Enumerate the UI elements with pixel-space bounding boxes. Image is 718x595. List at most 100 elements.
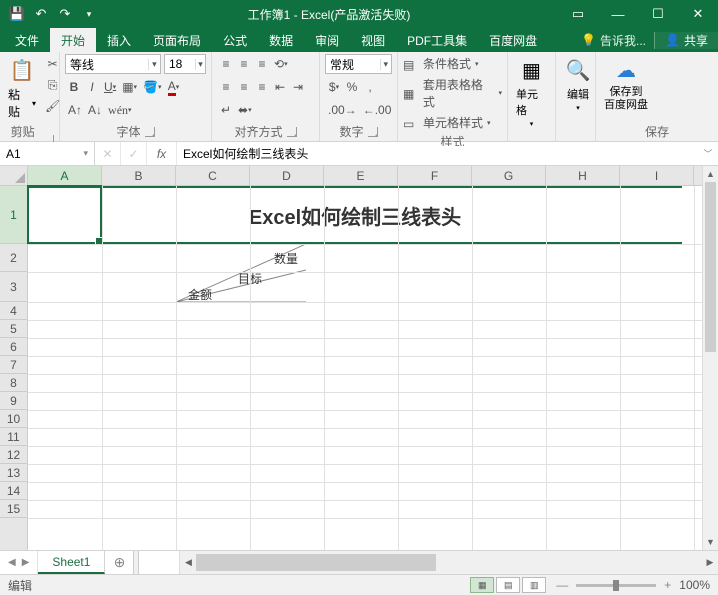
col-header-A[interactable]: A <box>28 166 102 185</box>
align-middle-button[interactable]: ≡ <box>235 54 253 74</box>
row-header-4[interactable]: 4 <box>0 302 27 320</box>
sheet-nav[interactable]: ◀▶ <box>0 551 38 574</box>
tab-home[interactable]: 开始 <box>50 28 96 52</box>
row-header-3[interactable]: 3 <box>0 272 27 302</box>
conditional-format-button[interactable]: ▤条件格式▾ <box>403 54 479 73</box>
row-header-13[interactable]: 13 <box>0 464 27 482</box>
font-size-combo[interactable]: ▾ <box>164 54 206 74</box>
row-header-6[interactable]: 6 <box>0 338 27 356</box>
number-launcher[interactable] <box>368 127 378 137</box>
page-layout-view-button[interactable]: ▤ <box>496 577 520 593</box>
merged-title-cell[interactable]: Excel如何绘制三线表头 <box>28 186 682 244</box>
minimize-button[interactable]: — <box>598 0 638 28</box>
font-name-input[interactable] <box>66 57 148 71</box>
row-header-15[interactable]: 15 <box>0 500 27 518</box>
save-to-baidu-button[interactable]: ☁保存到 百度网盘 <box>601 54 651 114</box>
number-format-combo[interactable]: ▾ <box>325 54 392 74</box>
zoom-slider[interactable] <box>576 584 656 587</box>
bold-button[interactable]: B <box>65 77 83 97</box>
orientation-button[interactable]: ⟲▾ <box>271 54 291 74</box>
formula-input[interactable] <box>183 146 692 160</box>
percent-button[interactable]: % <box>343 77 361 97</box>
row-header-12[interactable]: 12 <box>0 446 27 464</box>
vscroll-thumb[interactable] <box>705 182 716 352</box>
expand-formula-bar[interactable]: ﹀ <box>698 147 718 160</box>
decrease-indent-button[interactable]: ⇤ <box>271 77 289 97</box>
tab-review[interactable]: 审阅 <box>304 28 350 52</box>
zoom-in-button[interactable]: + <box>664 578 671 592</box>
paste-button[interactable]: 📋 粘贴▾ <box>5 54 39 122</box>
col-header-C[interactable]: C <box>176 166 250 185</box>
number-format-input[interactable] <box>326 57 380 71</box>
cells-button[interactable]: ▦单元格▾ <box>513 54 550 130</box>
comma-button[interactable]: , <box>361 77 379 97</box>
row-header-2[interactable]: 2 <box>0 244 27 272</box>
cancel-formula-button[interactable]: ✕ <box>95 142 121 165</box>
worksheet-grid[interactable]: ABCDEFGHI 123456789101112131415 Excel如何绘… <box>0 166 718 550</box>
horizontal-scrollbar[interactable]: ◀ ▶ <box>179 551 718 574</box>
alignment-launcher[interactable] <box>287 127 297 137</box>
cells-area[interactable]: Excel如何绘制三线表头 数量 目标 金额 <box>28 186 702 550</box>
tab-view[interactable]: 视图 <box>350 28 396 52</box>
increase-decimal-button[interactable]: .00→ <box>325 100 360 120</box>
sheet-next-icon[interactable]: ▶ <box>20 557 32 568</box>
col-header-E[interactable]: E <box>324 166 398 185</box>
cell-styles-button[interactable]: ▭单元格样式▾ <box>403 113 491 132</box>
zoom-out-button[interactable]: — <box>556 578 568 592</box>
undo-icon[interactable]: ↶ <box>30 3 52 25</box>
row-header-9[interactable]: 9 <box>0 392 27 410</box>
row-header-11[interactable]: 11 <box>0 428 27 446</box>
formula-bar[interactable] <box>177 146 698 161</box>
save-icon[interactable]: 💾 <box>6 3 28 25</box>
tab-page-layout[interactable]: 页面布局 <box>142 28 212 52</box>
underline-button[interactable]: U▾ <box>101 77 119 97</box>
font-launcher[interactable] <box>145 127 155 137</box>
col-header-H[interactable]: H <box>546 166 620 185</box>
align-right-button[interactable]: ≡ <box>253 77 271 97</box>
col-header-D[interactable]: D <box>250 166 324 185</box>
ribbon-options-icon[interactable]: ▭ <box>558 0 598 28</box>
tab-file[interactable]: 文件 <box>4 28 50 52</box>
grow-font-button[interactable]: A↑ <box>65 100 85 120</box>
sheet-prev-icon[interactable]: ◀ <box>6 557 18 568</box>
share-button[interactable]: 👤共享 <box>654 32 718 49</box>
vertical-scrollbar[interactable]: ▲ ▼ <box>702 166 718 550</box>
merge-button[interactable]: ⬌▾ <box>235 100 255 120</box>
wrap-text-button[interactable]: ↵ <box>217 100 235 120</box>
align-top-button[interactable]: ≡ <box>217 54 235 74</box>
maximize-button[interactable]: ☐ <box>638 0 678 28</box>
tab-scroll-splitter[interactable] <box>133 551 139 574</box>
sheet-tab-1[interactable]: Sheet1 <box>38 551 105 574</box>
select-all-corner[interactable] <box>0 166 28 186</box>
tab-formulas[interactable]: 公式 <box>212 28 258 52</box>
scroll-left-button[interactable]: ◀ <box>180 557 196 568</box>
align-bottom-button[interactable]: ≡ <box>253 54 271 74</box>
font-size-input[interactable] <box>165 57 195 71</box>
hscroll-thumb[interactable] <box>196 554 436 571</box>
name-box-dropdown[interactable]: ▾ <box>79 148 88 159</box>
tell-me-search[interactable]: 💡告诉我... <box>573 32 654 49</box>
border-button[interactable]: ▦▾ <box>119 77 140 97</box>
row-header-14[interactable]: 14 <box>0 482 27 500</box>
col-header-B[interactable]: B <box>102 166 176 185</box>
row-header-5[interactable]: 5 <box>0 320 27 338</box>
font-color-button[interactable]: A▾ <box>165 77 183 97</box>
tab-data[interactable]: 数据 <box>258 28 304 52</box>
row-header-8[interactable]: 8 <box>0 374 27 392</box>
tab-baidu-drive[interactable]: 百度网盘 <box>478 28 548 52</box>
decrease-decimal-button[interactable]: ←.00 <box>360 100 395 120</box>
align-center-button[interactable]: ≡ <box>235 77 253 97</box>
shrink-font-button[interactable]: A↓ <box>85 100 105 120</box>
scroll-down-button[interactable]: ▼ <box>703 534 718 550</box>
name-box[interactable]: ▾ <box>0 142 95 165</box>
phonetic-button[interactable]: wén▾ <box>105 100 135 120</box>
col-header-F[interactable]: F <box>398 166 472 185</box>
new-sheet-button[interactable]: ⊕ <box>105 551 133 574</box>
font-name-combo[interactable]: ▾ <box>65 54 161 74</box>
col-header-G[interactable]: G <box>472 166 546 185</box>
scroll-right-button[interactable]: ▶ <box>702 557 718 568</box>
name-box-input[interactable] <box>6 147 79 161</box>
increase-indent-button[interactable]: ⇥ <box>289 77 307 97</box>
fill-color-button[interactable]: 🪣▾ <box>140 77 164 97</box>
row-header-1[interactable]: 1 <box>0 186 27 244</box>
